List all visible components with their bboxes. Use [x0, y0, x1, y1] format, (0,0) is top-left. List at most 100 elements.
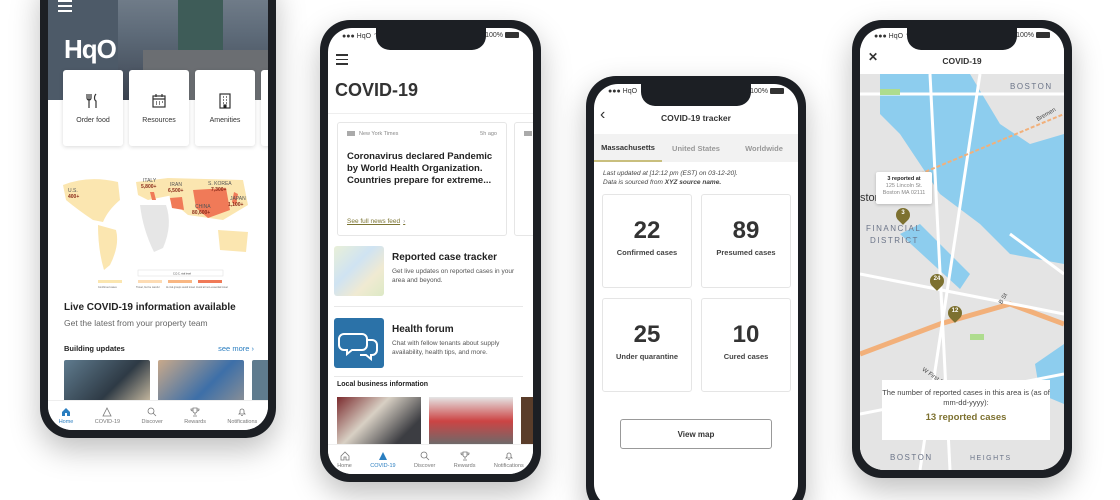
legend-label: Avoid all non-essential travel — [196, 286, 228, 289]
tab-label: COVID-19 — [94, 418, 121, 425]
tab-massachusetts[interactable]: Massachusetts — [594, 134, 662, 162]
menu-icon[interactable] — [58, 0, 72, 15]
map-label-boston-heights: BOSTON — [890, 453, 933, 462]
legend-swatch — [138, 280, 162, 283]
tab-discover[interactable]: Discover — [414, 451, 435, 469]
tab-notifications[interactable]: Notifications — [494, 451, 524, 469]
phone-notch — [907, 28, 1017, 50]
callout-title: 3 reported at — [887, 176, 921, 182]
chevron-right-icon: › — [403, 218, 406, 225]
tab-rewards[interactable]: Rewards — [184, 407, 206, 425]
tab-label: Notifications — [493, 462, 524, 469]
case-pin[interactable]: 3 — [893, 205, 913, 225]
stat-cured: 10 Cured cases — [701, 298, 791, 392]
close-button[interactable]: ✕ — [868, 50, 878, 64]
news-card-peek[interactable] — [514, 122, 533, 236]
tab-rewards[interactable]: Rewards — [453, 451, 476, 469]
local-business-image-store[interactable] — [429, 397, 513, 445]
showcase: HqO Order food Resources Amenities U.S. … — [0, 0, 1120, 500]
quick-action-more[interactable] — [261, 70, 268, 146]
feature-title: Health forum — [392, 324, 454, 335]
local-business-carousel — [337, 397, 533, 445]
tab-bar: Home COVID-19 Discover Rewards Notificat… — [48, 400, 268, 430]
quick-action-resources[interactable]: Resources — [129, 70, 189, 146]
legend-title: C.D.C. risk level — [173, 273, 191, 276]
newspaper-icon — [524, 131, 532, 136]
phone-tracker: ●●● HqO 100% ‹ COVID-19 tracker Massachu… — [586, 76, 806, 500]
update-image-worker[interactable] — [158, 360, 244, 402]
news-feed-link[interactable]: See full news feed › — [347, 218, 405, 225]
stat-quarantine: 25 Under quarantine — [602, 298, 692, 392]
pin-count: 24 — [933, 276, 941, 282]
case-pin[interactable]: 24 — [927, 271, 947, 291]
tab-worldwide[interactable]: Worldwide — [730, 134, 798, 162]
battery-status: 100% — [750, 88, 784, 100]
update-image-restaurant[interactable] — [64, 360, 150, 402]
see-more-link[interactable]: see more › — [218, 344, 254, 353]
tab-united-states[interactable]: United States — [662, 134, 730, 162]
news-time: 5h ago — [480, 131, 497, 137]
news-meta: New York Times 5h ago — [347, 131, 497, 137]
tab-covid19[interactable]: COVID-19 — [370, 451, 396, 469]
view-map-button[interactable]: View map — [620, 419, 772, 449]
feature-case-tracker[interactable]: Reported case tracker Get live updates o… — [334, 246, 528, 302]
tab-label: COVID-19 — [370, 462, 396, 469]
warning-icon — [378, 451, 387, 460]
carrier-signal: ●●● HqO — [608, 88, 638, 95]
map-iran — [170, 197, 184, 210]
building-updates-carousel — [48, 360, 268, 402]
feature-title: Reported case tracker — [392, 252, 498, 263]
battery-status: 100% — [485, 32, 519, 44]
news-headline: Coronavirus declared Pandemic by World H… — [347, 151, 493, 187]
tab-label: Discover — [413, 462, 436, 469]
stat-confirmed: 22 Confirmed cases — [602, 194, 692, 288]
live-info-title: Live COVID-19 information available — [64, 302, 236, 313]
building-updates-title: Building updates — [64, 344, 125, 353]
map-label-heights: HEIGHTS — [970, 455, 1012, 462]
health-forum-thumbnail — [334, 318, 384, 368]
park — [970, 334, 984, 340]
tab-home[interactable]: Home — [59, 407, 73, 425]
trophy-icon — [190, 407, 200, 416]
update-image-peek[interactable] — [252, 360, 268, 402]
case-map[interactable]: 3 reported at 125 Lincoln St. Boston MA … — [860, 74, 1064, 470]
live-info-subtitle: Get the latest from your property team — [64, 318, 208, 328]
legend-swatch — [98, 280, 122, 283]
covid-hub-screen: ●●● HqO ⌔ 100% COVID-19 New York Times 5… — [328, 28, 533, 474]
menu-icon[interactable] — [336, 54, 348, 68]
carrier-signal: ●●● HqO ⌔ — [874, 32, 912, 44]
world-risk-map: U.S. 400+ ITALY 5,800+ IRAN 6,500+ S. KO… — [63, 178, 248, 289]
tab-home[interactable]: Home — [337, 450, 352, 469]
stat-value: 89 — [732, 217, 760, 244]
quick-action-label: Resources — [142, 116, 176, 124]
map-label-district: DISTRICT — [870, 236, 919, 245]
update-note: Last updated at [12:12 pm (EST) on 03-12… — [603, 170, 738, 188]
phone-notch — [641, 84, 751, 106]
local-business-image-peek[interactable] — [521, 397, 533, 445]
map-count-us: 400+ — [68, 194, 79, 200]
home-screen: HqO Order food Resources Amenities U.S. … — [48, 0, 268, 430]
legend-swatch — [198, 280, 222, 283]
newspaper-icon — [347, 131, 355, 137]
tab-covid19[interactable]: COVID-19 — [94, 406, 121, 425]
feature-health-forum[interactable]: Health forum Chat with fellow tenants ab… — [334, 318, 528, 374]
news-card[interactable]: New York Times 5h ago Coronavirus declar… — [337, 122, 507, 236]
tab-notifications[interactable]: Notifications — [227, 407, 257, 425]
carrier-signal: ●●● HqO ⌔ — [342, 32, 380, 44]
case-count-description: The number of reported cases in this are… — [882, 388, 1050, 407]
battery-percent: 100% — [750, 88, 768, 95]
building-updates-header: Building updates see more › — [64, 344, 254, 353]
phone-covid-hub: ●●● HqO ⌔ 100% COVID-19 New York Times 5… — [320, 20, 541, 482]
battery-status: 100% — [1016, 32, 1050, 44]
case-pin[interactable]: 12 — [945, 303, 965, 323]
quick-action-order-food[interactable]: Order food — [63, 70, 123, 146]
stat-value: 22 — [633, 217, 661, 244]
phone-case-map: ●●● HqO ⌔ 100% ✕ COVID-19 — [852, 20, 1072, 478]
tab-label: Rewards — [453, 462, 476, 469]
map-count-china: 80,600+ — [192, 210, 210, 216]
local-business-image-office[interactable] — [337, 397, 421, 445]
case-map-screen: ●●● HqO ⌔ 100% ✕ COVID-19 — [860, 28, 1064, 470]
trophy-icon — [460, 451, 470, 460]
quick-action-amenities[interactable]: Amenities — [195, 70, 255, 146]
tab-discover[interactable]: Discover — [141, 407, 163, 425]
